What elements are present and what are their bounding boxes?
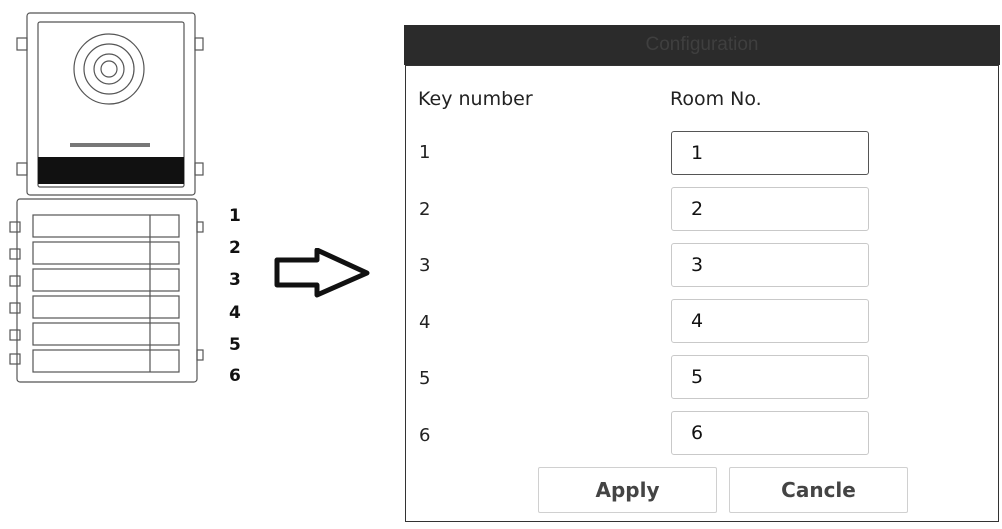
row-key-3: 3 bbox=[419, 255, 431, 276]
row-key-1: 1 bbox=[419, 142, 431, 163]
row-key-5: 5 bbox=[419, 368, 431, 389]
row-key-2: 2 bbox=[419, 199, 431, 220]
right-arrow-icon bbox=[274, 248, 370, 298]
apply-button[interactable]: Apply bbox=[538, 467, 717, 513]
room-input-6[interactable] bbox=[671, 411, 869, 455]
door-station-illustration bbox=[9, 12, 204, 383]
key-number-label-4: 4 bbox=[229, 303, 241, 323]
room-no-header: Room No. bbox=[670, 88, 762, 110]
key-number-label-3: 3 bbox=[229, 270, 241, 290]
room-input-3[interactable] bbox=[671, 243, 869, 287]
room-input-1[interactable] bbox=[671, 131, 869, 175]
dialog-body: Key number Room No. 1 2 3 4 5 6 Apply Ca… bbox=[405, 65, 999, 522]
room-input-5[interactable] bbox=[671, 355, 869, 399]
display-strip bbox=[38, 157, 184, 184]
room-input-2[interactable] bbox=[671, 187, 869, 231]
row-key-4: 4 bbox=[419, 312, 431, 333]
cancel-button[interactable]: Cancle bbox=[729, 467, 908, 513]
key-number-label-2: 2 bbox=[229, 238, 241, 258]
dialog-title: Configuration bbox=[404, 25, 1000, 65]
row-key-6: 6 bbox=[419, 425, 431, 446]
key-number-label-5: 5 bbox=[229, 335, 241, 355]
key-number-label-6: 6 bbox=[229, 366, 241, 386]
room-input-4[interactable] bbox=[671, 299, 869, 343]
key-number-header: Key number bbox=[418, 88, 533, 110]
configuration-dialog: Configuration Key number Room No. 1 2 3 … bbox=[404, 25, 1002, 522]
key-number-label-1: 1 bbox=[229, 206, 241, 226]
